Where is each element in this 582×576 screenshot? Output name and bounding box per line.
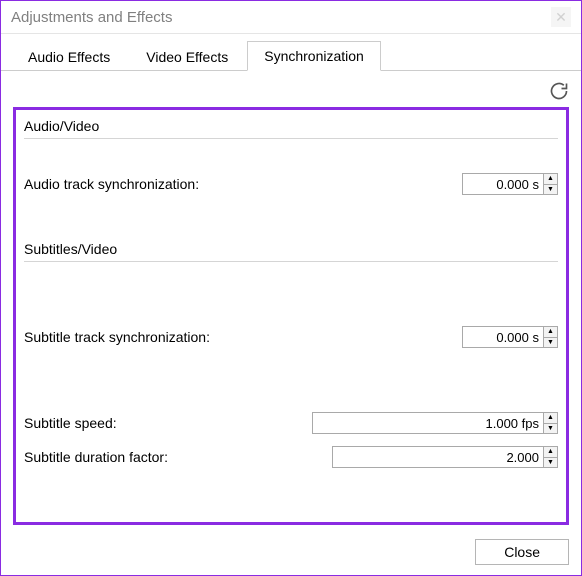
- input-subtitle-track-sync[interactable]: [463, 327, 543, 347]
- window-title: Adjustments and Effects: [11, 9, 172, 26]
- label-audio-track-sync: Audio track synchronization:: [24, 176, 199, 192]
- spin-down-icon[interactable]: ▼: [544, 458, 557, 468]
- spin-down-icon[interactable]: ▼: [544, 424, 557, 434]
- spin-subtitle-duration-factor[interactable]: ▲▼: [332, 446, 558, 468]
- group-subtitles-video: Subtitles/Video: [24, 237, 558, 262]
- sync-panel: Audio/Video Audio track synchronization:…: [13, 107, 569, 525]
- spin-up-icon[interactable]: ▲: [544, 174, 557, 185]
- input-audio-track-sync[interactable]: [463, 174, 543, 194]
- close-icon[interactable]: ✕: [551, 7, 571, 27]
- spin-buttons[interactable]: ▲▼: [543, 413, 557, 433]
- spin-subtitle-track-sync[interactable]: ▲▼: [462, 326, 558, 348]
- tab-audio-effects[interactable]: Audio Effects: [11, 42, 127, 71]
- row-subtitle-track-sync: Subtitle track synchronization: ▲▼: [24, 320, 558, 354]
- label-subtitle-duration-factor: Subtitle duration factor:: [24, 449, 168, 465]
- row-audio-track-sync: Audio track synchronization: ▲▼: [24, 167, 558, 201]
- tab-video-effects[interactable]: Video Effects: [129, 42, 245, 71]
- footer: Close: [1, 529, 581, 575]
- spin-down-icon[interactable]: ▼: [544, 338, 557, 348]
- spin-up-icon[interactable]: ▲: [544, 447, 557, 458]
- close-button[interactable]: Close: [475, 539, 569, 565]
- label-subtitle-speed: Subtitle speed:: [24, 415, 117, 431]
- input-subtitle-speed[interactable]: [313, 413, 543, 433]
- tab-content: Audio/Video Audio track synchronization:…: [1, 71, 581, 529]
- spin-buttons[interactable]: ▲▼: [543, 447, 557, 467]
- row-subtitle-speed: Subtitle speed: ▲▼: [24, 406, 558, 440]
- spin-subtitle-speed[interactable]: ▲▼: [312, 412, 558, 434]
- window: Adjustments and Effects ✕ Audio Effects …: [0, 0, 582, 576]
- refresh-icon[interactable]: [549, 81, 569, 101]
- tab-synchronization[interactable]: Synchronization: [247, 41, 381, 71]
- label-subtitle-track-sync: Subtitle track synchronization:: [24, 329, 210, 345]
- spin-buttons[interactable]: ▲▼: [543, 327, 557, 347]
- spin-up-icon[interactable]: ▲: [544, 327, 557, 338]
- input-subtitle-duration-factor[interactable]: [333, 447, 543, 467]
- spin-up-icon[interactable]: ▲: [544, 413, 557, 424]
- titlebar: Adjustments and Effects ✕: [1, 1, 581, 34]
- group-audio-video: Audio/Video: [24, 114, 558, 139]
- tab-bar: Audio Effects Video Effects Synchronizat…: [1, 34, 581, 71]
- spin-down-icon[interactable]: ▼: [544, 185, 557, 195]
- row-subtitle-duration-factor: Subtitle duration factor: ▲▼: [24, 440, 558, 474]
- spin-buttons[interactable]: ▲▼: [543, 174, 557, 194]
- spin-audio-track-sync[interactable]: ▲▼: [462, 173, 558, 195]
